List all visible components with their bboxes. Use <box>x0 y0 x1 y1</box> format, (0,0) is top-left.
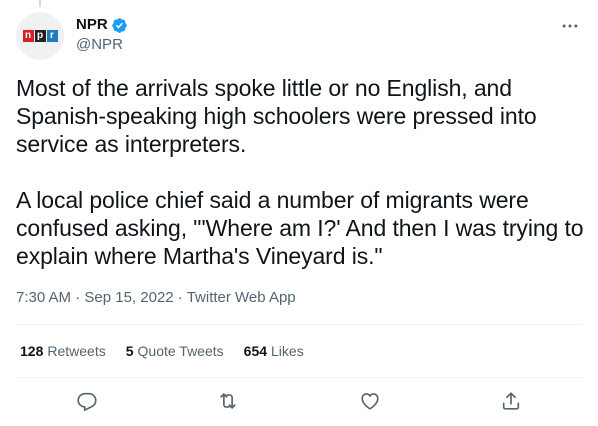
verified-badge-icon <box>111 17 128 34</box>
meta-separator: · <box>173 289 187 306</box>
npr-logo-letter-r: r <box>46 30 58 42</box>
thread-connector-line <box>39 0 41 7</box>
tweet-meta: 7:30 AM · Sep 15, 2022 · Twitter Web App <box>16 288 296 308</box>
npr-logo: n p r <box>22 30 58 42</box>
retweets-label: Retweets <box>47 343 106 359</box>
tweet-source[interactable]: Twitter Web App <box>187 289 296 306</box>
author-handle[interactable]: @NPR <box>76 35 128 55</box>
quote-tweets-count: 5 <box>125 343 134 359</box>
reply-icon[interactable] <box>76 390 98 412</box>
retweet-icon[interactable] <box>217 390 239 412</box>
tweet-date[interactable]: Sep 15, 2022 <box>84 289 173 306</box>
likes-count: 654 <box>243 343 268 359</box>
display-name[interactable]: NPR <box>76 15 108 35</box>
quote-tweets-stat[interactable]: 5 Quote Tweets <box>126 342 224 360</box>
tweet-time[interactable]: 7:30 AM <box>16 289 71 306</box>
likes-label: Likes <box>271 343 304 359</box>
quote-tweets-label: Quote Tweets <box>137 343 224 359</box>
more-options-icon[interactable] <box>560 16 580 36</box>
like-icon[interactable] <box>359 390 381 412</box>
meta-separator: · <box>71 289 85 306</box>
retweets-count: 128 <box>20 343 44 359</box>
author-names: NPR @NPR <box>76 15 128 55</box>
npr-logo-letter-n: n <box>22 30 34 42</box>
likes-stat[interactable]: 654 Likes <box>244 342 304 360</box>
engagement-stats: 128 Retweets 5 Quote Tweets 654 Likes <box>20 342 304 360</box>
action-bar <box>16 380 582 424</box>
share-icon[interactable] <box>500 390 522 412</box>
divider <box>16 377 582 378</box>
avatar[interactable]: n p r <box>16 12 64 60</box>
tweet-header: n p r NPR @NPR <box>16 12 582 60</box>
npr-logo-letter-p: p <box>34 30 46 42</box>
retweets-stat[interactable]: 128 Retweets <box>20 342 106 360</box>
tweet-text: Most of the arrivals spoke little or no … <box>16 75 584 269</box>
divider <box>16 324 582 325</box>
